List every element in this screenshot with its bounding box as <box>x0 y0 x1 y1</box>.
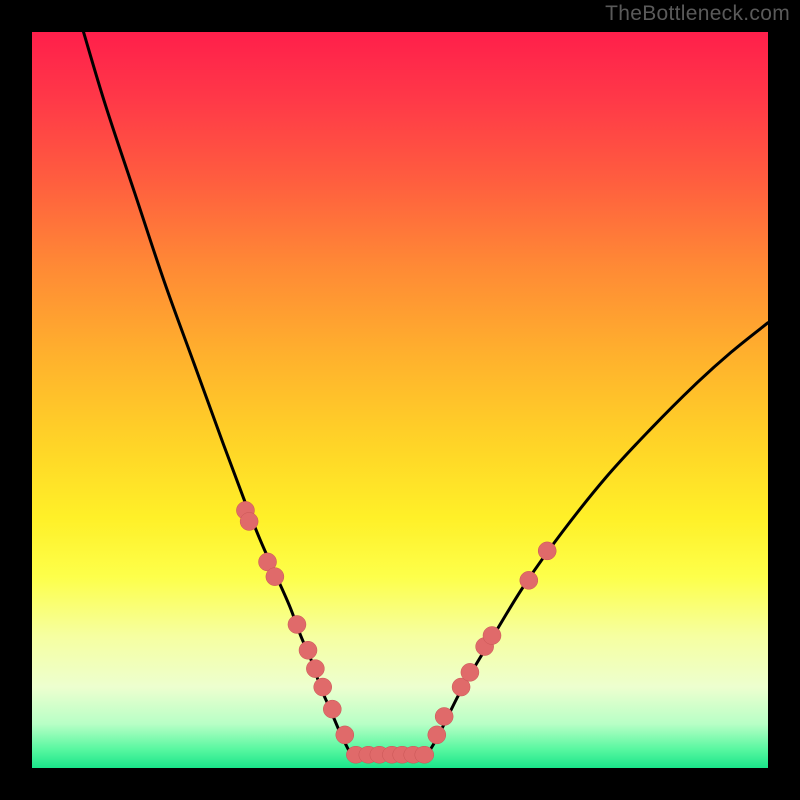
marker-right <box>428 726 446 744</box>
marker-right <box>520 571 538 589</box>
marker-layer <box>236 501 556 763</box>
series-right-curve <box>426 323 768 757</box>
marker-left <box>306 660 324 678</box>
chart-svg <box>32 32 768 768</box>
marker-right <box>483 627 501 645</box>
marker-right <box>435 707 453 725</box>
marker-left <box>288 615 306 633</box>
marker-left <box>266 568 284 586</box>
marker-left <box>323 700 341 718</box>
attribution-text: TheBottleneck.com <box>605 2 790 26</box>
marker-left <box>299 641 317 659</box>
plot-area <box>32 32 768 768</box>
marker-right <box>461 663 479 681</box>
marker-left <box>240 512 258 530</box>
marker-left <box>336 726 354 744</box>
marker-right <box>538 542 556 560</box>
curve-layer <box>84 32 768 757</box>
chart-container: TheBottleneck.com <box>0 0 800 800</box>
marker-bottom <box>415 746 434 763</box>
marker-left <box>314 678 332 696</box>
